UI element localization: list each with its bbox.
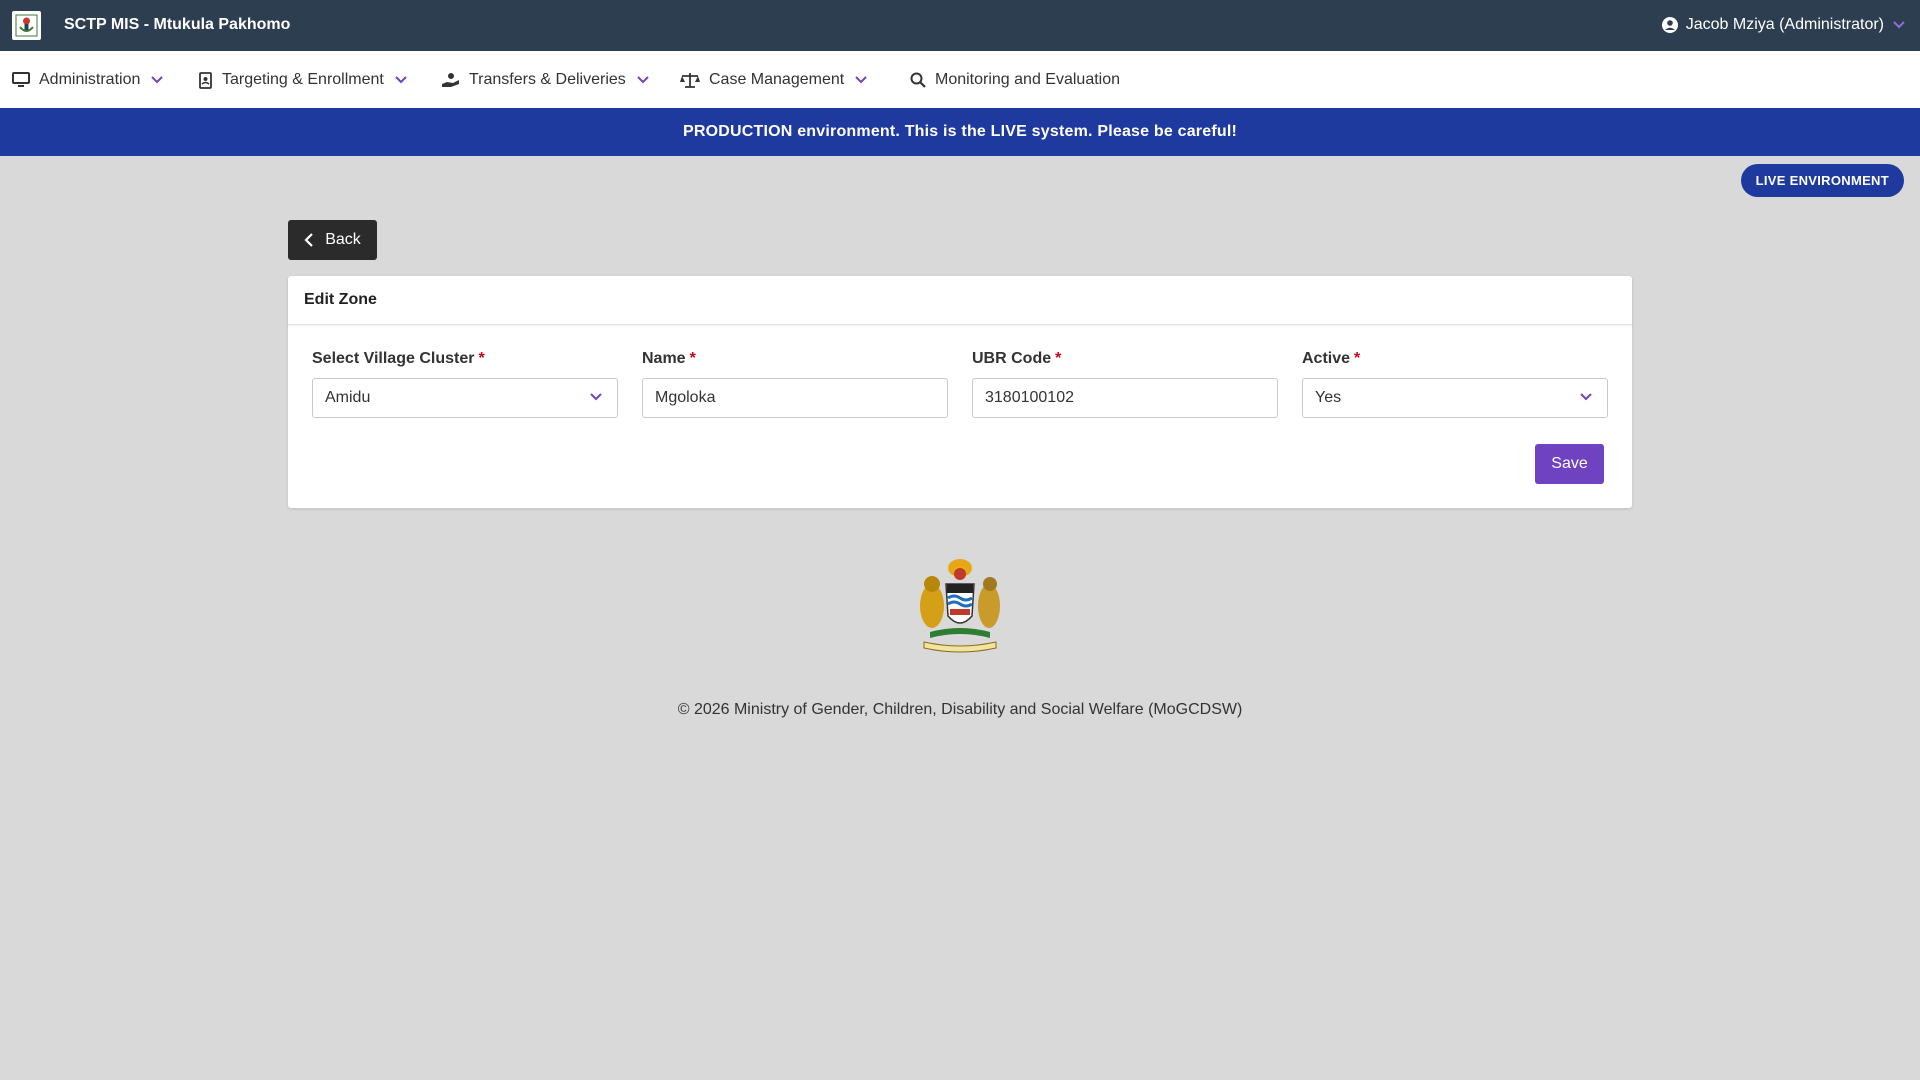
village-cluster-select[interactable]: Amidu (312, 378, 618, 418)
back-label: Back (325, 231, 361, 248)
ubr-code-field: UBR Code * 3180100102 (972, 350, 1278, 418)
environment-warning-banner: PRODUCTION environment. This is the LIVE… (0, 108, 1920, 156)
nav-label: Administration (39, 71, 141, 88)
chevron-down-icon (394, 75, 408, 85)
field-label: Name * (642, 350, 696, 367)
select-value: Amidu (325, 389, 371, 406)
name-input[interactable]: Mgoloka (642, 378, 948, 418)
coat-of-arms-emblem (910, 554, 1010, 656)
badge-label: LIVE ENVIRONMENT (1755, 173, 1889, 188)
ubr-code-input[interactable]: 3180100102 (972, 378, 1278, 418)
field-label: UBR Code * (972, 350, 1062, 367)
chevron-down-icon (854, 75, 868, 85)
nav-label: Case Management (709, 71, 845, 88)
active-select[interactable]: Yes (1302, 378, 1608, 418)
select-value: Yes (1315, 389, 1342, 406)
footer-copyright: © 2026 Ministry of Gender, Children, Dis… (677, 701, 1243, 718)
chevron-down-icon (589, 392, 603, 402)
chevron-down-icon (1579, 392, 1593, 402)
back-button[interactable]: Back (288, 220, 377, 260)
scale-icon (680, 72, 700, 88)
nav-monitoring-evaluation[interactable]: Monitoring and Evaluation (910, 71, 1120, 89)
nav-label: Transfers & Deliveries (469, 71, 626, 88)
input-value: Mgoloka (655, 389, 716, 406)
search-icon (910, 72, 926, 88)
nav-label: Targeting & Enrollment (222, 71, 384, 88)
user-name: Jacob Mziya (Administrator) (1685, 16, 1884, 33)
nav-case-management[interactable]: Case Management (680, 71, 868, 89)
name-field: Name * Mgoloka (642, 350, 948, 418)
app-logo-icon[interactable] (12, 11, 41, 40)
save-button[interactable]: Save (1535, 444, 1604, 484)
user-menu[interactable]: Jacob Mziya (Administrator) (1661, 16, 1906, 34)
user-circle-icon (1661, 17, 1678, 33)
edit-zone-card: Edit Zone Select Village Cluster * Amidu … (288, 276, 1632, 508)
field-label: Select Village Cluster * (312, 350, 485, 367)
field-label: Active * (1302, 350, 1361, 367)
chevron-down-icon (636, 75, 650, 85)
top-bar: SCTP MIS - Mtukula Pakhomo Jacob Mziya (… (0, 0, 1920, 51)
nav-targeting-enrollment[interactable]: Targeting & Enrollment (198, 71, 408, 89)
nav-label: Monitoring and Evaluation (935, 71, 1121, 88)
chevron-down-icon (150, 75, 164, 85)
active-field: Active * Yes (1302, 350, 1608, 418)
hand-holding-icon (441, 72, 460, 88)
nav-administration[interactable]: Administration (12, 71, 164, 89)
chevron-left-icon (304, 233, 314, 247)
card-title: Edit Zone (288, 276, 1632, 325)
address-book-icon (198, 71, 213, 89)
save-label: Save (1551, 455, 1588, 472)
chevron-down-icon (1892, 20, 1906, 30)
main-nav: Administration Targeting & Enrollment Tr… (0, 51, 1920, 108)
input-value: 3180100102 (985, 389, 1074, 406)
banner-text: PRODUCTION environment. This is the LIVE… (683, 123, 1237, 140)
app-title[interactable]: SCTP MIS - Mtukula Pakhomo (64, 16, 290, 34)
nav-transfers-deliveries[interactable]: Transfers & Deliveries (441, 71, 650, 89)
monitor-icon (12, 72, 30, 88)
live-environment-badge: LIVE ENVIRONMENT (1740, 164, 1904, 197)
village-cluster-field: Select Village Cluster * Amidu (312, 350, 618, 418)
